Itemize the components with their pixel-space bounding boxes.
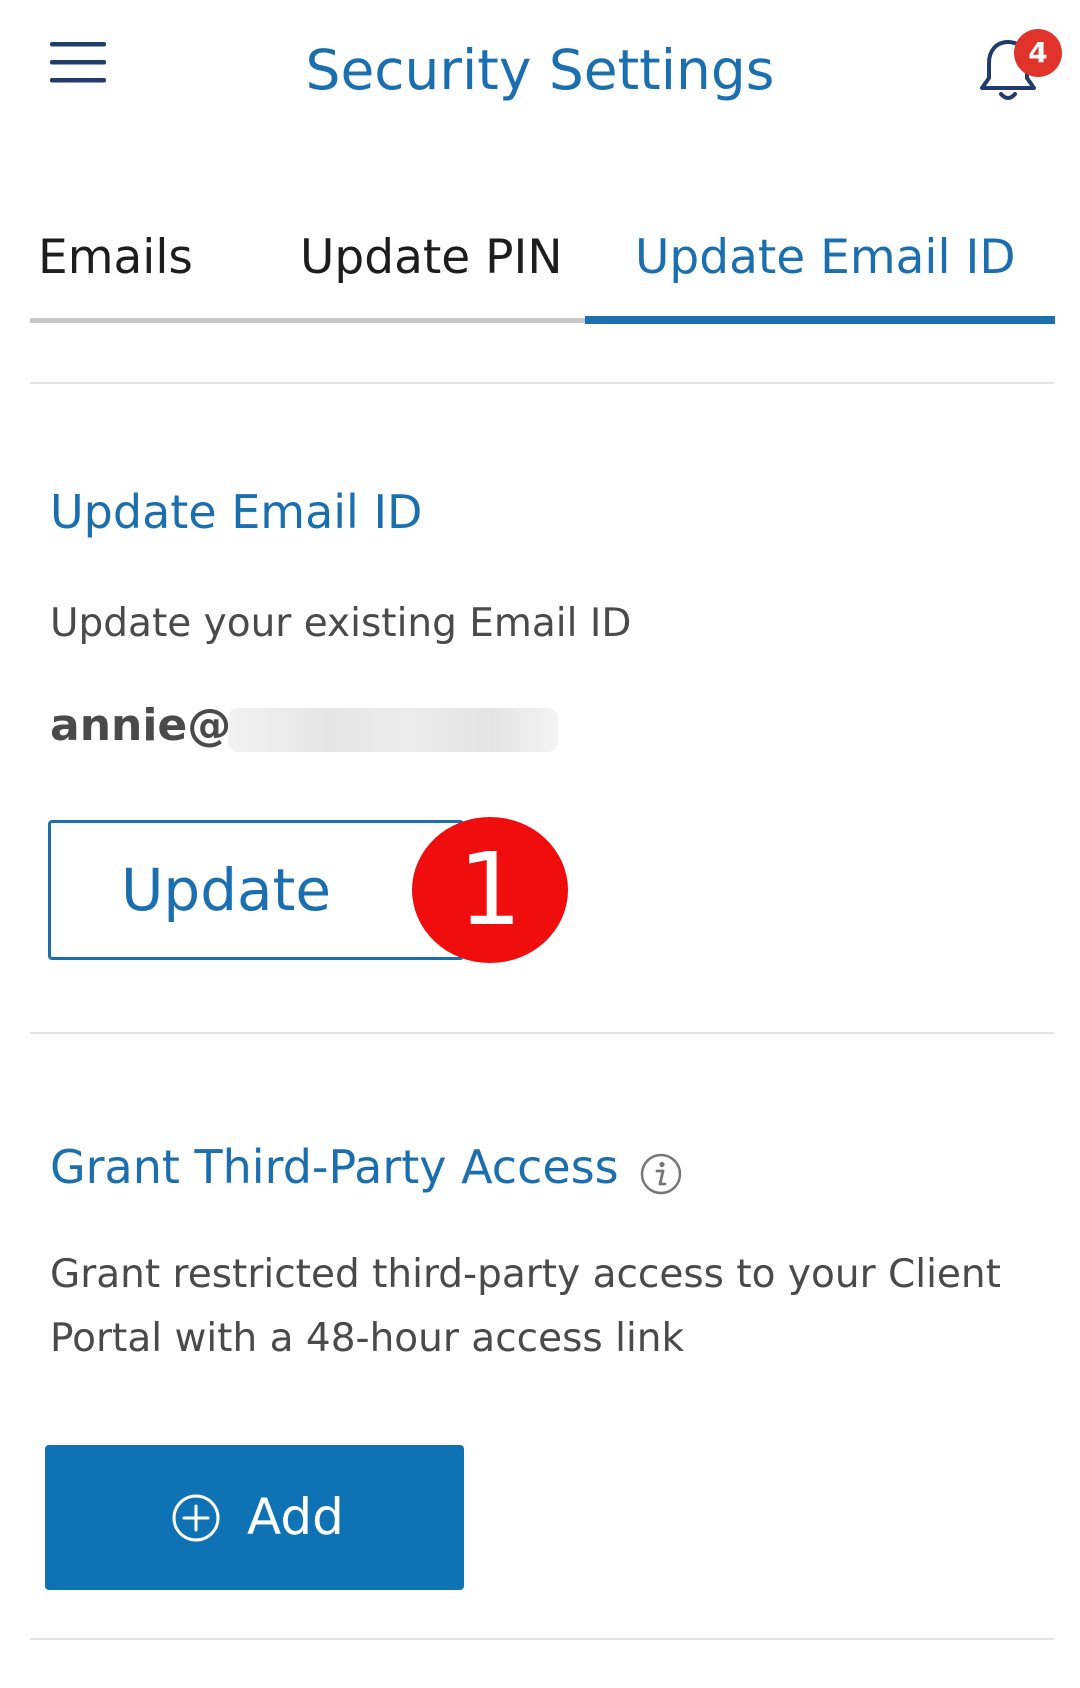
update-email-button[interactable]: Update xyxy=(48,820,464,960)
update-email-heading: Update Email ID xyxy=(50,485,423,539)
security-settings-screen: Security Settings 4 Emails Update PIN Up… xyxy=(0,0,1080,1688)
tab-update-pin[interactable]: Update PIN xyxy=(300,210,563,315)
section-divider xyxy=(30,382,1054,384)
tab-emails[interactable]: Emails xyxy=(38,210,193,315)
redacted-email-blur xyxy=(228,708,558,752)
third-party-description: Grant restricted third-party access to y… xyxy=(50,1252,1001,1361)
third-party-heading: Grant Third-Party Access xyxy=(50,1140,619,1194)
update-email-description: Update your existing Email ID xyxy=(50,601,632,646)
current-email-value: annie@ xyxy=(50,700,232,751)
add-third-party-access-button[interactable]: Add xyxy=(45,1445,464,1590)
notifications-button[interactable]: 4 xyxy=(970,26,1062,116)
tab-update-email-id[interactable]: Update Email ID xyxy=(635,210,1016,315)
info-button[interactable] xyxy=(640,1153,682,1195)
section-divider xyxy=(30,1638,1054,1640)
update-button-label: Update xyxy=(120,856,332,924)
plus-circle-icon xyxy=(172,1494,220,1542)
section-divider xyxy=(30,1032,1054,1034)
active-tab-indicator xyxy=(585,316,1055,324)
tab-bar: Emails Update PIN Update Email ID xyxy=(30,210,1055,325)
tab-underline xyxy=(30,318,585,323)
add-button-label: Add xyxy=(247,1488,344,1546)
page-title: Security Settings xyxy=(305,38,775,102)
info-icon xyxy=(640,1153,682,1195)
notification-count-badge: 4 xyxy=(1014,29,1062,77)
step-marker-badge: 1 xyxy=(412,817,568,963)
